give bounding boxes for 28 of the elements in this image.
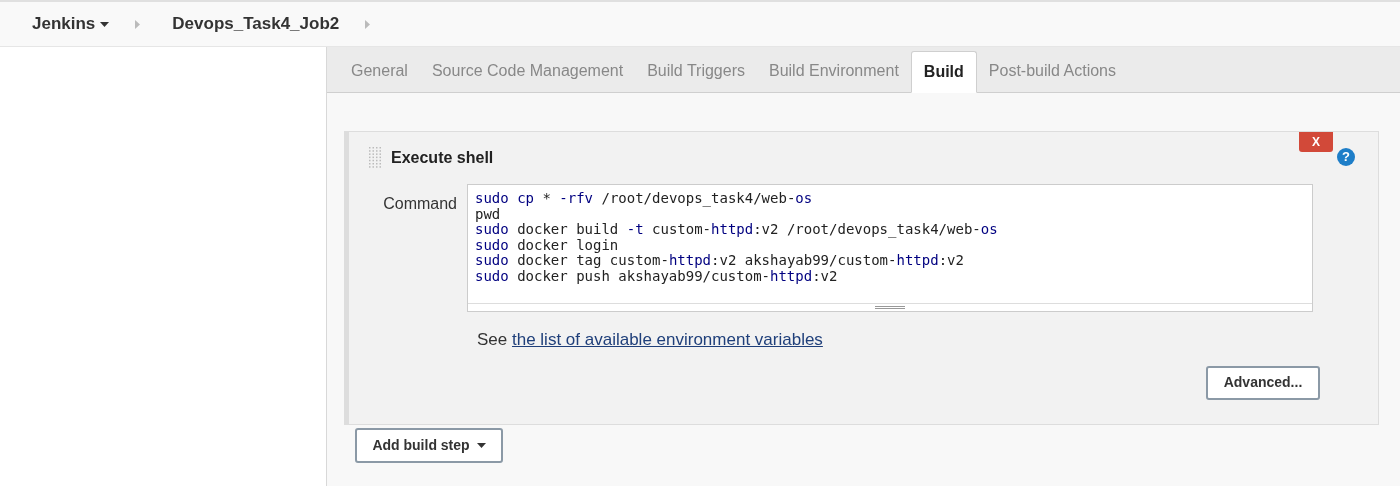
breadcrumb-link[interactable]: Jenkins [32, 11, 110, 37]
code-line: sudo docker build -t custom-httpd:v2 /root/devops_task4/web-os [475, 222, 999, 238]
drag-handle-icon[interactable] [369, 147, 383, 169]
dropdown-caret-icon [476, 443, 486, 448]
help-icon[interactable]: ? [1337, 148, 1355, 166]
config-tab[interactable]: General [339, 50, 420, 92]
code-line: sudo docker push akshayab99/custom-httpd:v2 [475, 268, 838, 284]
step-title: Execute shell [391, 148, 494, 168]
chevron-icon [365, 19, 371, 29]
config-tab[interactable]: Post-build Actions [976, 50, 1128, 92]
code-line: sudo docker login [475, 237, 620, 253]
config-tab[interactable]: Build [910, 51, 977, 93]
command-field[interactable] [467, 184, 1313, 312]
config-tab[interactable]: Build Triggers [635, 50, 757, 92]
resize-handle[interactable] [468, 303, 1312, 311]
config-tab[interactable]: Build Environment [757, 50, 911, 92]
add-build-step-button[interactable]: Add build step [355, 428, 503, 463]
breadcrumb-link[interactable]: Devops_Task4_Job2 [172, 11, 340, 37]
help-text: See the list of available environment variables [477, 330, 823, 349]
code-line: sudo cp * -rfv /root/devops_task4/web-os [475, 191, 814, 207]
field-label: Command [382, 194, 458, 214]
code-line: pwd [475, 206, 502, 222]
env-variables-link[interactable]: the list of available environment variables [512, 330, 823, 349]
delete-button[interactable]: X [1299, 132, 1333, 152]
advanced-button[interactable]: Advanced... [1206, 365, 1320, 400]
chevron-icon [135, 19, 141, 29]
code-line: sudo docker tag custom-httpd:v2 akshayab99/custom-httpd:v2 [475, 253, 965, 269]
config-tab[interactable]: Source Code Management [419, 50, 636, 92]
